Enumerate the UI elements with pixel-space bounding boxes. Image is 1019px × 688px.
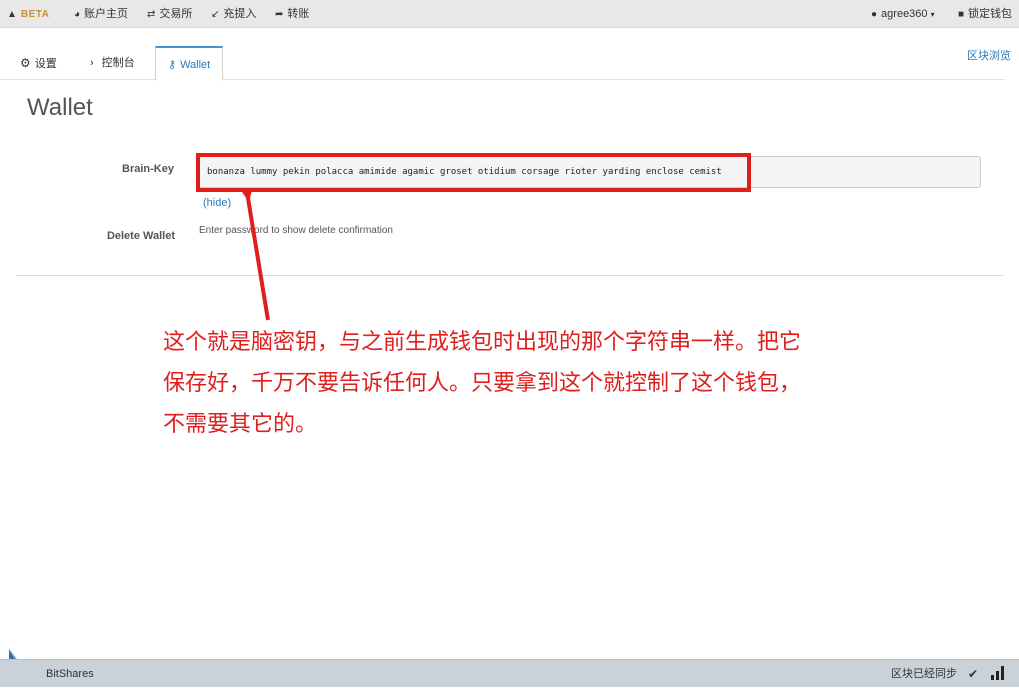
annotation-line-1: 这个就是脑密钥，与之前生成钱包时出现的那个字符串一样。把它: [163, 330, 802, 355]
annotation-line-2: 保存好，千万不要告诉任何人。只要拿到这个就控制了这个钱包，: [163, 371, 802, 396]
annotation-line-3: 不需要其它的。: [163, 412, 318, 437]
status-bar: BitShares 区块已经同步 ✔: [0, 659, 1019, 687]
signal-icon: [991, 666, 1004, 680]
check-icon: ✔: [968, 667, 979, 681]
annotation-text: 这个就是脑密钥，与之前生成钱包时出现的那个字符串一样。把它 保存好，千万不要告诉…: [163, 322, 903, 445]
brand-name: BitShares: [46, 668, 94, 680]
sync-status: 区块已经同步: [891, 668, 957, 680]
